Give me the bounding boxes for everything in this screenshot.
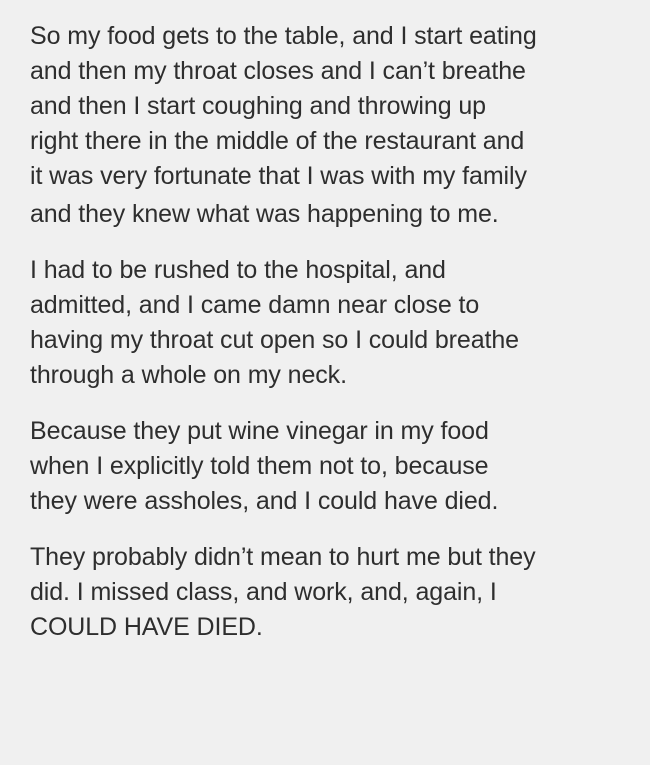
text-line: Because they put wine vinegar in my food (30, 417, 489, 445)
text-line: and then my throat closes and I can’t br… (30, 57, 526, 85)
paragraph-vinegar: Because they put wine vinegar in my food… (30, 414, 630, 519)
paragraph-conclusion: They probably didn’t mean to hurt me but… (30, 540, 630, 645)
post-text-screenshot: So my food gets to the table, and I star… (0, 0, 650, 765)
text-line: through a whole on my neck. (30, 361, 347, 389)
text-line: They probably didn’t mean to hurt me but… (30, 543, 536, 571)
text-line: I had to be rushed to the hospital, and (30, 256, 446, 284)
text-line: So my food gets to the table, and I star… (30, 22, 537, 50)
text-line: did. I missed class, and work, and, agai… (30, 578, 497, 606)
text-line: and they knew what was happening to me. (30, 200, 499, 228)
text-line: admitted, and I came damn near close to (30, 291, 480, 319)
text-line: COULD HAVE DIED. (30, 613, 263, 641)
text-line: it was very fortunate that I was with my… (30, 162, 527, 190)
text-line: right there in the middle of the restaur… (30, 127, 525, 155)
text-line: when I explicitly told them not to, beca… (30, 452, 489, 480)
text-line: having my throat cut open so I could bre… (30, 326, 519, 354)
text-line: they were assholes, and I could have die… (30, 487, 499, 515)
paragraph-restaurant: So my food gets to the table, and I star… (30, 19, 630, 232)
text-line: and then I start coughing and throwing u… (30, 92, 486, 120)
paragraph-hospital: I had to be rushed to the hospital, and … (30, 253, 630, 393)
